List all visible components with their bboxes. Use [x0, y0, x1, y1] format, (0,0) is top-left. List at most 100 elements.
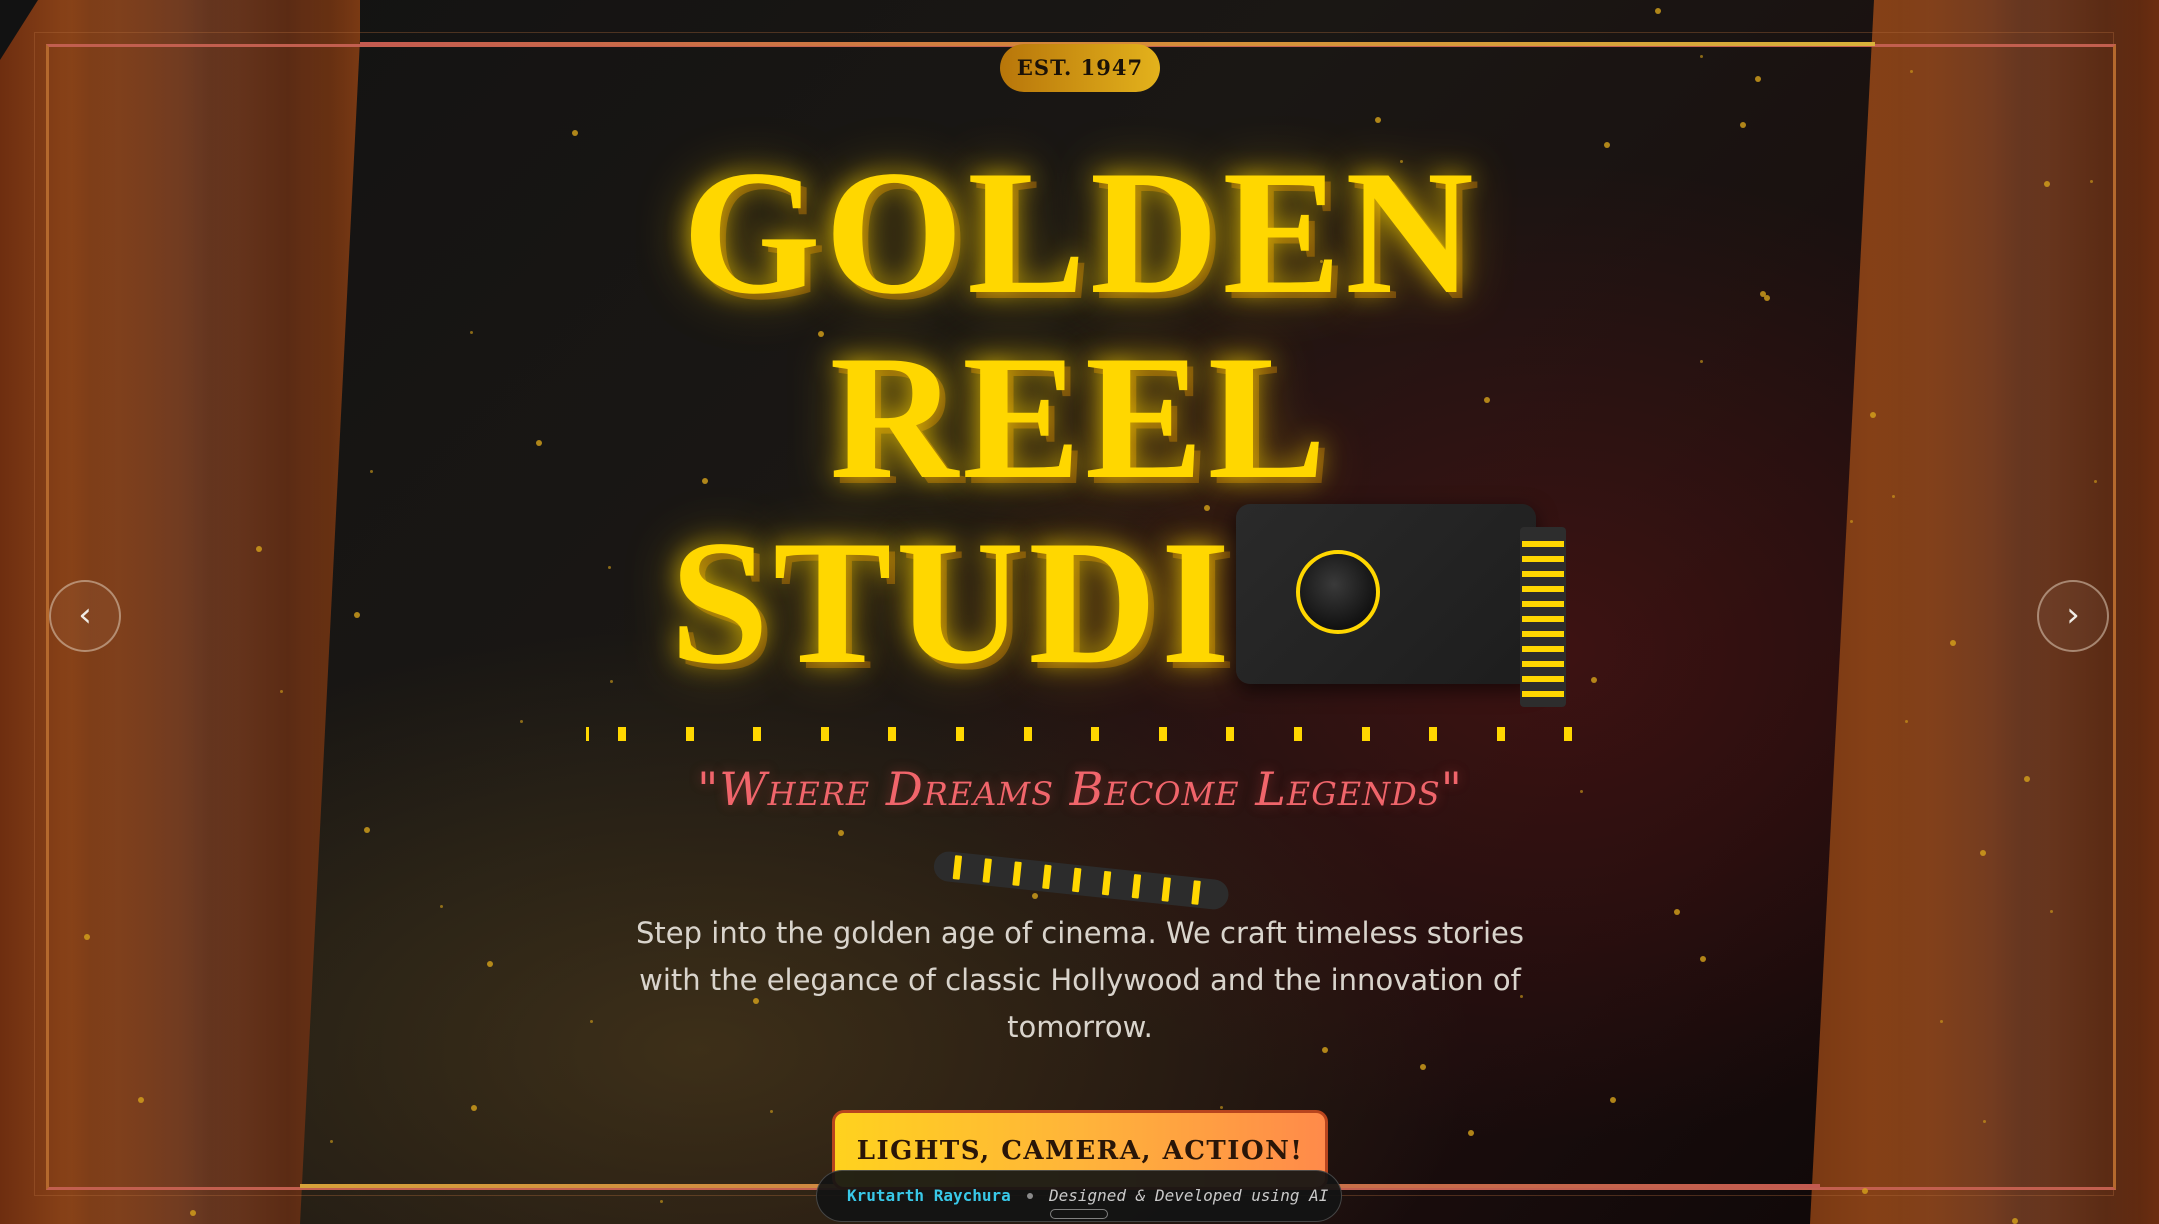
particle — [1755, 76, 1761, 82]
particle — [1220, 1106, 1223, 1109]
particle — [1604, 142, 1610, 148]
film-frame — [1131, 873, 1142, 899]
reel-stripe — [1522, 571, 1564, 577]
film-perforation — [1226, 727, 1235, 741]
particle — [1850, 520, 1853, 523]
particle — [440, 905, 443, 908]
title-line: REEL — [829, 318, 1331, 516]
film-perforation — [1091, 727, 1100, 741]
film-frame — [982, 858, 992, 883]
film-perforation — [685, 727, 694, 741]
particle — [1740, 122, 1746, 128]
particle — [330, 1140, 333, 1143]
established-badge: EST. 1947 — [1000, 44, 1160, 92]
chevron-right-icon: › — [2066, 595, 2080, 635]
film-perforation — [618, 727, 626, 741]
hero-stage: EST. 1947 GOLDEN REEL STUDI "Where Dream… — [0, 0, 2159, 1224]
reel-stripe — [1522, 601, 1564, 607]
film-perforation — [820, 727, 829, 741]
particle — [1983, 1120, 1986, 1123]
particle — [487, 961, 493, 967]
particle — [1610, 1097, 1616, 1103]
particle — [1375, 117, 1381, 123]
reel-stripe — [1522, 541, 1564, 547]
particle — [1950, 640, 1956, 646]
reel-stripe — [1522, 646, 1564, 652]
film-frame — [952, 855, 963, 880]
reel-stripe — [1522, 616, 1564, 622]
particle — [572, 130, 578, 136]
film-perforation — [586, 727, 589, 741]
camera-icon — [1236, 504, 1536, 684]
hero-description: Step into the golden age of cinema. We c… — [636, 916, 1524, 1044]
film-perforation — [1294, 727, 1302, 741]
film-frame — [1071, 867, 1082, 893]
particle — [470, 331, 473, 334]
film-perforation — [1496, 727, 1505, 741]
particle — [1910, 70, 1913, 73]
particle — [1674, 909, 1680, 915]
particle — [1700, 55, 1703, 58]
particle — [1892, 495, 1895, 498]
reel-stripe — [1522, 691, 1564, 697]
film-perforation — [1564, 727, 1573, 741]
particle — [364, 827, 370, 833]
film-perforation — [1158, 727, 1167, 741]
reel-stripe — [1522, 586, 1564, 592]
reel-stripe — [1522, 661, 1564, 667]
film-frame — [1012, 861, 1022, 887]
particle — [2094, 480, 2097, 483]
reel-stripe — [1522, 676, 1564, 682]
particle — [1764, 295, 1770, 301]
chevron-left-icon: ‹ — [78, 595, 92, 635]
particle — [1862, 1188, 1868, 1194]
particle — [256, 546, 262, 552]
particle — [190, 1210, 196, 1216]
particle — [1655, 8, 1661, 14]
film-perforation — [1429, 727, 1438, 741]
particle — [2050, 910, 2053, 913]
particle — [2044, 181, 2050, 187]
particle — [660, 1200, 663, 1203]
film-perforation — [888, 727, 897, 741]
film-frame — [1101, 870, 1112, 896]
particle — [2012, 1218, 2018, 1224]
title-line: GOLDEN — [682, 133, 1478, 331]
film-strip-divider — [586, 727, 1573, 741]
separator-dot-icon — [1027, 1193, 1033, 1199]
particle — [1420, 1064, 1426, 1070]
film-perforation — [753, 727, 762, 741]
next-slide-button[interactable]: › — [2037, 580, 2109, 652]
camera-lens-icon — [1296, 550, 1380, 634]
film-perforation — [1361, 727, 1370, 741]
particle — [770, 1110, 773, 1113]
film-frame — [1161, 877, 1171, 902]
particle — [471, 1105, 477, 1111]
particle — [1032, 893, 1038, 899]
particle — [1905, 720, 1908, 723]
author-link[interactable]: Krutarth Raychura — [847, 1171, 1011, 1221]
tagline: "Where Dreams Become Legends" — [697, 762, 1463, 816]
particle — [354, 612, 360, 618]
scroll-indicator — [1050, 1209, 1108, 1219]
particle — [2024, 776, 2030, 782]
film-reel-icon — [1520, 527, 1566, 707]
particle — [1468, 1130, 1474, 1136]
particle — [1700, 360, 1703, 363]
film-perforation — [1023, 727, 1032, 741]
particle — [138, 1097, 144, 1103]
film-frame — [1191, 880, 1201, 905]
particle — [1870, 412, 1876, 418]
particle — [84, 934, 90, 940]
particle — [536, 440, 542, 446]
particle — [280, 690, 283, 693]
film-frame — [1042, 864, 1052, 890]
particle — [370, 470, 373, 473]
previous-slide-button[interactable]: ‹ — [49, 580, 121, 652]
particle — [590, 1020, 593, 1023]
particle — [1940, 1020, 1943, 1023]
reel-stripe — [1522, 631, 1564, 637]
particle — [838, 830, 844, 836]
particle — [1700, 956, 1706, 962]
particle — [1980, 850, 1986, 856]
